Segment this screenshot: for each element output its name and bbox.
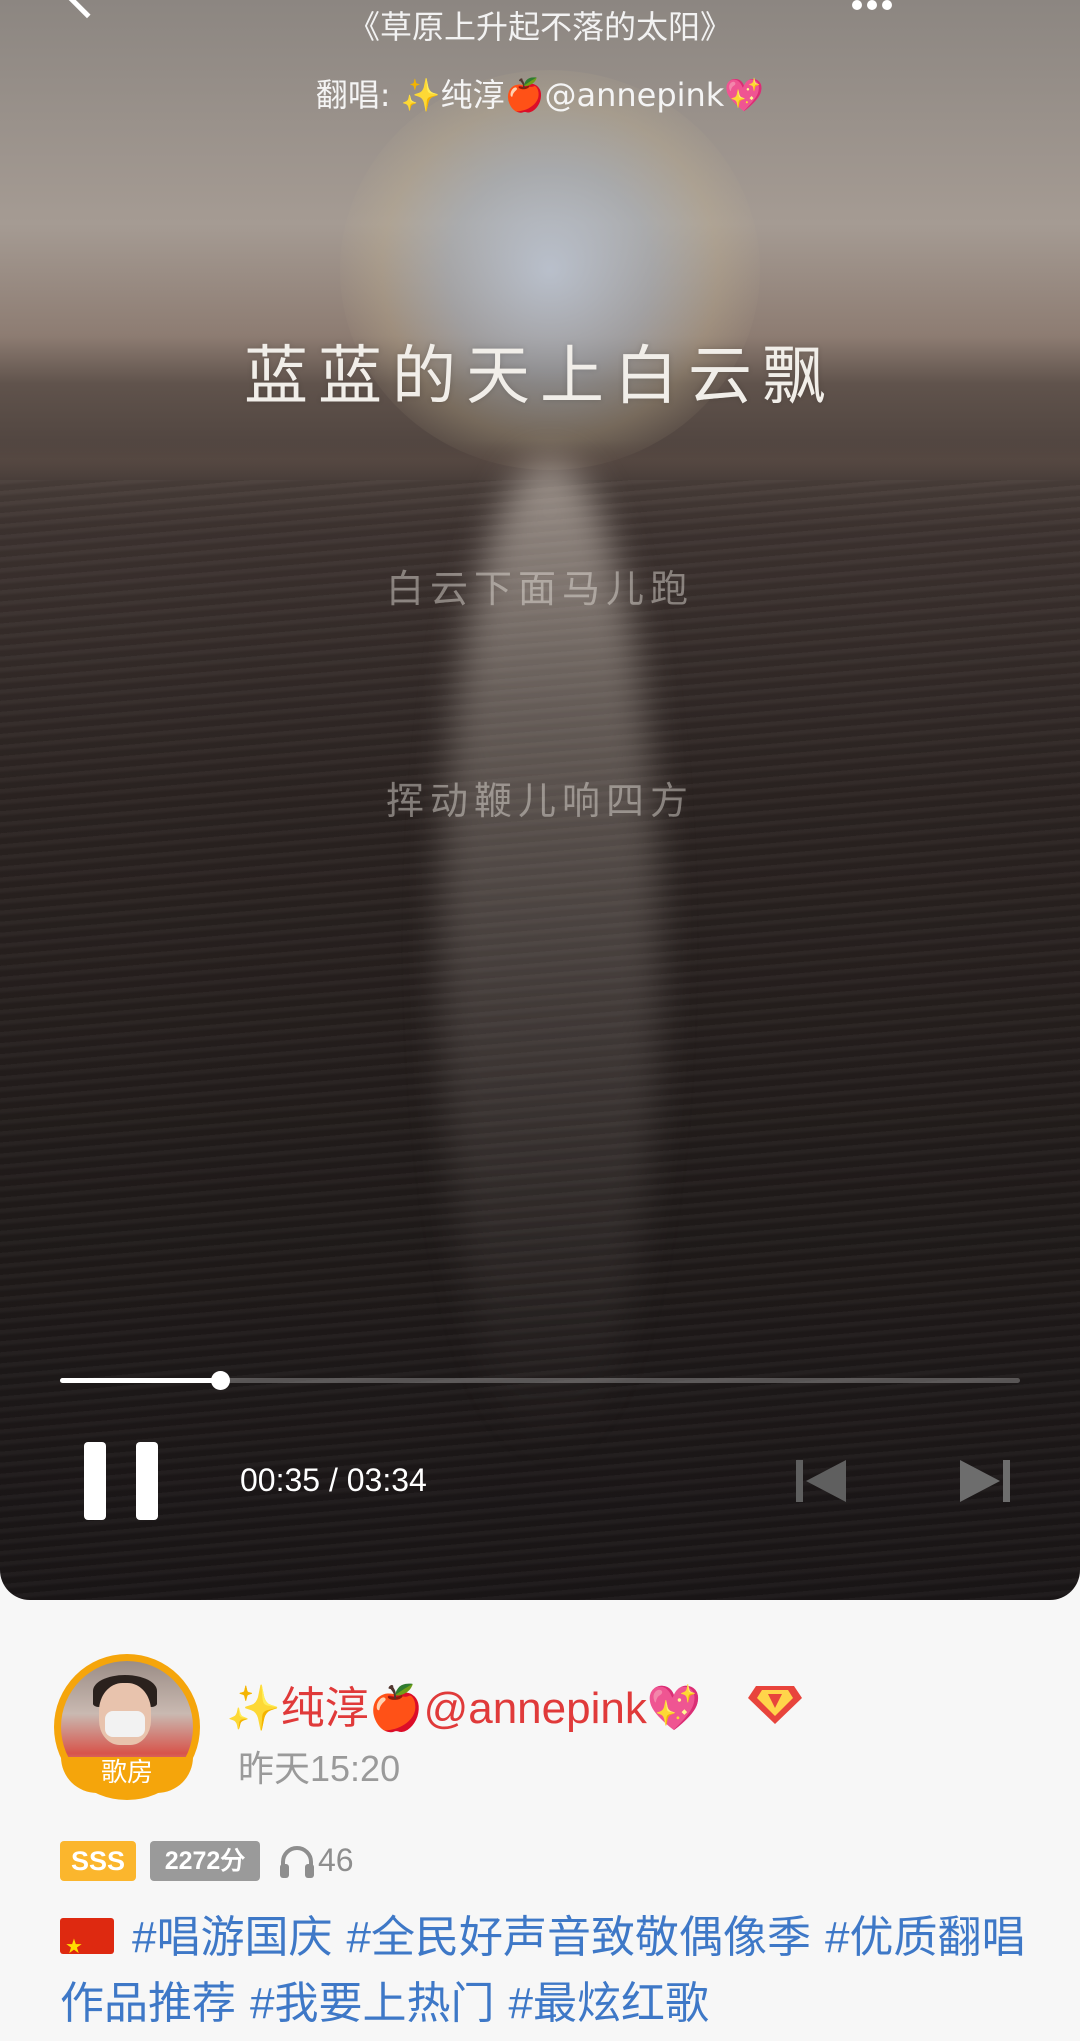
hashtag[interactable]: #最炫红歌 xyxy=(508,1979,708,2028)
post-time: 昨天15:20 xyxy=(238,1748,401,1789)
post-description: #唱游国庆#全民好声音致敬偶像季#优质翻唱作品推荐#我要上热门#最炫红歌 xyxy=(60,1905,1040,2037)
lyric-next: 挥动鞭儿响四方 xyxy=(385,779,694,823)
song-title: 《草原上升起不落的太阳》 xyxy=(347,8,732,46)
hashtag[interactable]: #我要上热门 xyxy=(250,1979,494,2028)
avatar-badge: 歌房 xyxy=(61,1757,193,1793)
avatar-mask xyxy=(105,1711,145,1737)
lyric-next: 白云下面马儿跑 xyxy=(385,567,694,611)
singer-name: ✨纯淳🍎@annepink💖 xyxy=(400,76,765,114)
grade-badge: SSS xyxy=(60,1841,136,1881)
pause-button[interactable] xyxy=(84,1442,158,1520)
next-icon[interactable] xyxy=(958,1458,1010,1504)
listen-count: 46 xyxy=(318,1842,354,1878)
lyric-current: 蓝蓝的天上白云飘 xyxy=(244,340,836,414)
progress-bar[interactable] xyxy=(60,1371,1020,1390)
user-name[interactable]: ✨纯淳🍎@annepink💖 xyxy=(226,1672,702,1736)
previous-icon[interactable] xyxy=(796,1458,848,1504)
video-player[interactable]: 《草原上升起不落的太阳》 翻唱: ✨纯淳🍎@annepink💖 蓝蓝的天上白云飘… xyxy=(0,0,1080,1600)
singer-prefix: 翻唱: xyxy=(315,76,401,114)
hashtag[interactable]: #全民好声音致敬偶像季 xyxy=(346,1913,810,1962)
china-flag-icon xyxy=(60,1914,114,1980)
vip-gem-icon xyxy=(748,1686,802,1724)
time-display: 00:35 / 03:34 xyxy=(240,1462,427,1498)
hashtag[interactable]: #唱游国庆 xyxy=(132,1913,332,1962)
progress-fill xyxy=(60,1378,221,1383)
singer-line: 翻唱: ✨纯淳🍎@annepink💖 xyxy=(0,70,1080,116)
headphone-icon xyxy=(280,1846,314,1878)
score-badge: 2272分 xyxy=(150,1841,260,1881)
avatar[interactable]: 歌房 xyxy=(54,1654,200,1800)
